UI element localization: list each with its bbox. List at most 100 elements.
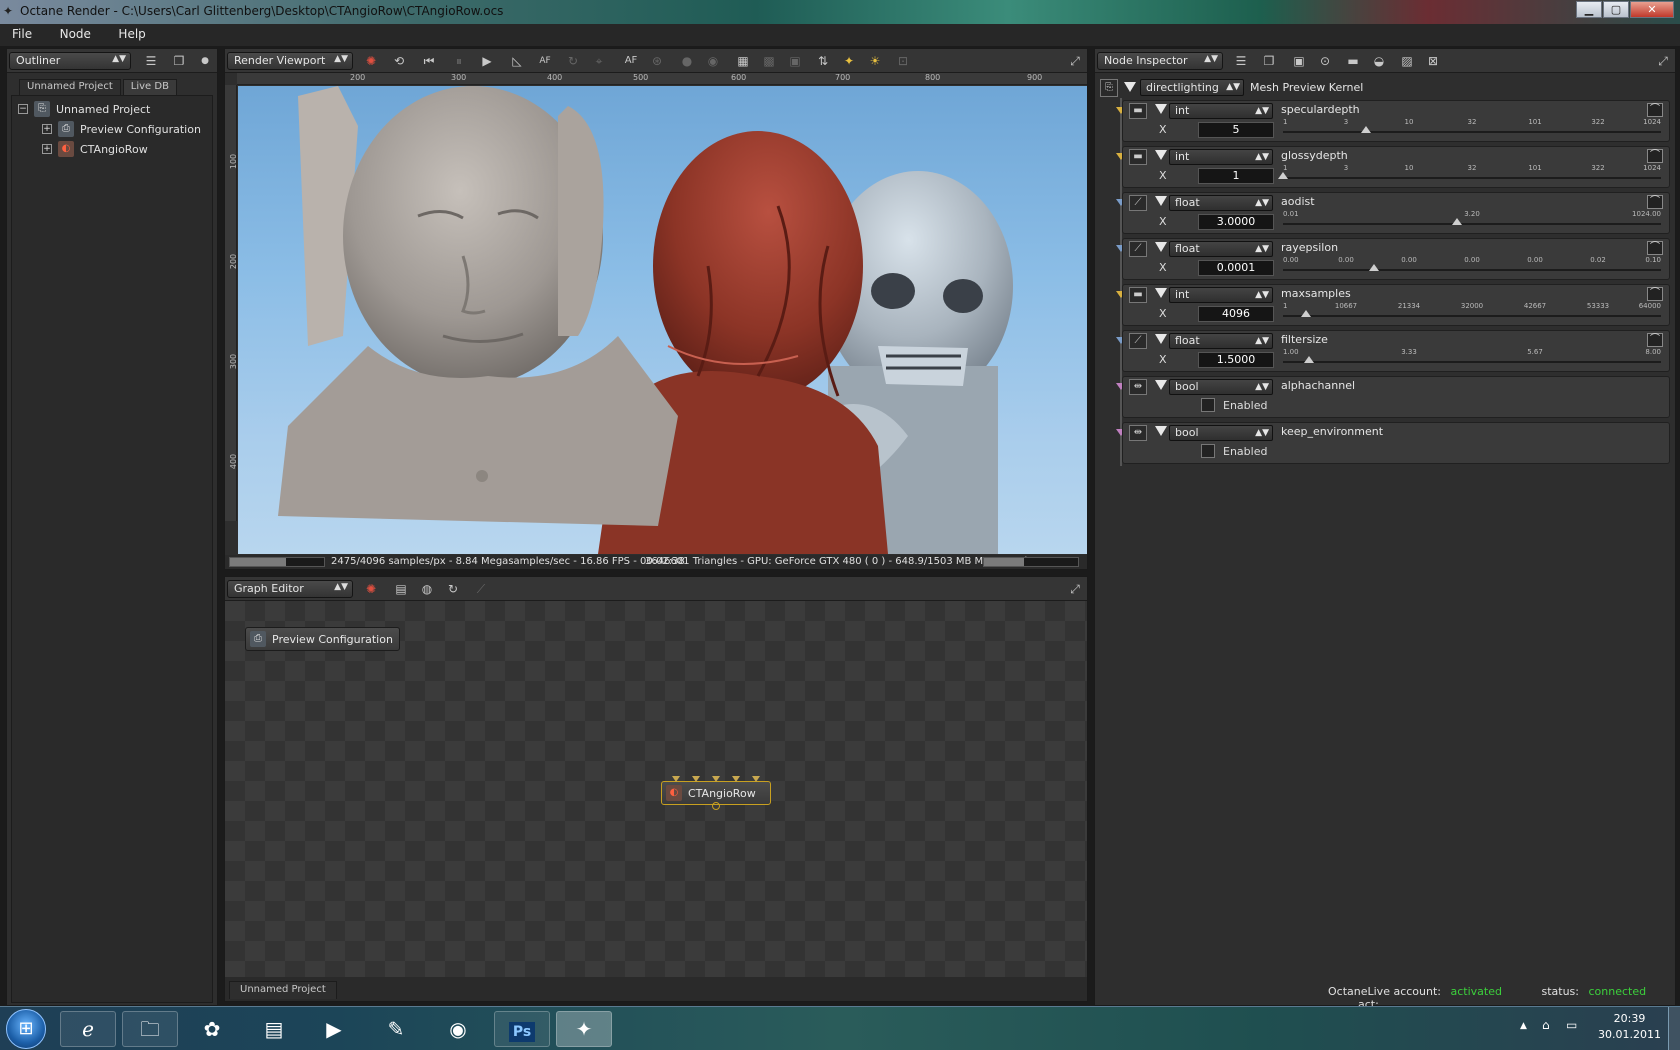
input-pin[interactable] xyxy=(692,776,700,782)
param-value-field[interactable]: 5 xyxy=(1198,122,1274,138)
curve-icon[interactable]: ⌒ xyxy=(1647,241,1663,255)
dot-icon[interactable]: ● xyxy=(197,53,213,69)
curve-icon[interactable]: ⌒ xyxy=(1647,287,1663,301)
focus-icon[interactable]: ⊛ xyxy=(649,53,665,69)
photoshop-icon[interactable]: Ps xyxy=(494,1011,550,1047)
maximize-inspector-icon[interactable]: ⤢ xyxy=(1655,53,1671,69)
outliner-combo[interactable]: Outliner ▲▼ xyxy=(9,52,131,70)
output-pin[interactable] xyxy=(712,802,720,810)
param-type-combo[interactable]: int ▲▼ xyxy=(1169,149,1273,165)
graph-editor-combo[interactable]: Graph Editor ▲▼ xyxy=(227,580,353,598)
film-icon[interactable]: ▬ xyxy=(1345,53,1361,69)
notepad-icon[interactable]: ▤ xyxy=(246,1011,302,1047)
param-type-combo[interactable]: int ▲▼ xyxy=(1169,287,1273,303)
param-type-combo[interactable]: int ▲▼ xyxy=(1169,103,1273,119)
maximize-graph-icon[interactable]: ⤢ xyxy=(1067,581,1083,597)
link-icon[interactable]: ⟋ xyxy=(473,581,489,597)
copy-icon[interactable]: ❐ xyxy=(1261,53,1277,69)
media-player-icon[interactable]: ▶ xyxy=(306,1011,362,1047)
octane-taskbar-icon[interactable]: ✦ xyxy=(556,1011,612,1047)
internet-explorer-icon[interactable]: ℯ xyxy=(60,1011,116,1047)
region-icon[interactable]: ▣ xyxy=(787,53,803,69)
menu-file[interactable]: File xyxy=(0,24,44,44)
render-image[interactable] xyxy=(238,86,1087,554)
picture-icon[interactable]: ▨ xyxy=(1399,53,1415,69)
node-ctangiorow[interactable]: ◐ CTAngioRow xyxy=(661,776,771,810)
sun-icon[interactable]: ☀ xyxy=(867,53,883,69)
param-type-icon[interactable]: ⟋ xyxy=(1129,195,1147,211)
maximize-button[interactable]: ▢ xyxy=(1603,1,1629,18)
autofocus-icon[interactable]: AF xyxy=(537,53,553,69)
picasa-icon[interactable]: ✿ xyxy=(184,1011,240,1047)
graph-canvas[interactable]: ⎙ Preview Configuration ◐ CTAngioRow xyxy=(225,601,1087,977)
param-slider[interactable] xyxy=(1283,356,1661,363)
collapse-triangle-icon[interactable] xyxy=(1155,288,1167,298)
slider-thumb[interactable] xyxy=(1361,126,1372,133)
pause-icon[interactable]: ⏸ xyxy=(451,53,467,69)
environment-icon[interactable]: ◒ xyxy=(1371,53,1387,69)
tab-live-db[interactable]: Live DB xyxy=(122,79,177,95)
param-type-icon[interactable]: ⟋ xyxy=(1129,241,1147,257)
tree-item-ctangiorow[interactable]: + ◐ CTAngioRow xyxy=(42,140,148,158)
play-icon[interactable]: ▶ xyxy=(479,53,495,69)
enabled-checkbox[interactable] xyxy=(1201,398,1215,412)
param-type-icon[interactable]: ⇹ xyxy=(1129,425,1147,441)
start-button[interactable]: ⊞ xyxy=(6,1009,46,1049)
camera-icon[interactable]: ⊙ xyxy=(1317,53,1333,69)
param-slider[interactable] xyxy=(1283,126,1661,133)
param-type-icon[interactable]: ⇹ xyxy=(1129,379,1147,395)
slider-thumb[interactable] xyxy=(1451,218,1462,225)
input-pin[interactable] xyxy=(732,776,740,782)
enabled-checkbox[interactable] xyxy=(1201,444,1215,458)
slider-thumb[interactable] xyxy=(1300,310,1311,317)
volume-icon[interactable]: ▭ xyxy=(1566,1018,1577,1032)
param-value-field[interactable]: 4096 xyxy=(1198,306,1274,322)
param-type-combo[interactable]: bool ▲▼ xyxy=(1169,425,1273,441)
collapse-triangle-icon[interactable] xyxy=(1124,82,1136,92)
imager-icon[interactable]: ⊠ xyxy=(1425,53,1441,69)
image-icon[interactable]: ▣ xyxy=(1291,53,1307,69)
maximize-viewport-icon[interactable]: ⤢ xyxy=(1067,53,1083,69)
menu-help[interactable]: Help xyxy=(106,24,157,44)
delete-node-icon[interactable]: ✺ xyxy=(363,581,379,597)
rotate-icon[interactable]: ↻ xyxy=(565,53,581,69)
collapse-icon[interactable]: ☰ xyxy=(143,53,159,69)
tab-unnamed-project[interactable]: Unnamed Project xyxy=(19,79,121,95)
param-type-combo[interactable]: float ▲▼ xyxy=(1169,241,1273,257)
tray-expand-icon[interactable]: ▲ xyxy=(1520,1021,1527,1031)
param-type-icon[interactable]: ⟋ xyxy=(1129,333,1147,349)
param-value-field[interactable]: 3.0000 xyxy=(1198,214,1274,230)
restart-icon[interactable]: ⏮ xyxy=(421,53,437,69)
file-explorer-icon[interactable]: 🗀 xyxy=(122,1011,178,1047)
minimize-button[interactable]: ▁ xyxy=(1576,1,1602,18)
network-icon[interactable]: ⌂ xyxy=(1542,1018,1550,1032)
param-slider[interactable] xyxy=(1283,218,1661,225)
grid-icon[interactable]: ▦ xyxy=(735,53,751,69)
pick-icon[interactable]: ⌖ xyxy=(591,53,607,69)
stop-render-icon[interactable]: ✺ xyxy=(363,53,379,69)
ruler-icon[interactable]: ◺ xyxy=(509,53,525,69)
curve-icon[interactable]: ⌒ xyxy=(1647,149,1663,163)
tab-unnamed-project-graph[interactable]: Unnamed Project xyxy=(229,981,337,999)
param-type-icon[interactable]: ▬ xyxy=(1129,103,1147,119)
kernel-node-icon[interactable]: ⎘ xyxy=(1100,79,1118,97)
curve-icon[interactable]: ⌒ xyxy=(1647,333,1663,347)
close-button[interactable]: ✕ xyxy=(1630,1,1674,18)
collapse-triangle-icon[interactable] xyxy=(1155,426,1167,436)
input-pin[interactable] xyxy=(672,776,680,782)
reset-icon[interactable]: ⟲ xyxy=(391,53,407,69)
input-pin[interactable] xyxy=(712,776,720,782)
checker-icon[interactable]: ▩ xyxy=(761,53,777,69)
lock-icon[interactable]: ⊡ xyxy=(895,53,911,69)
collapse-triangle-icon[interactable] xyxy=(1155,242,1167,252)
load-mesh-icon[interactable]: ◍ xyxy=(419,581,435,597)
af-icon[interactable]: AF xyxy=(623,53,639,69)
collapse-triangle-icon[interactable] xyxy=(1155,380,1167,390)
tree-item-preview-configuration[interactable]: + ⎙ Preview Configuration xyxy=(42,120,201,138)
collapse-triangle-icon[interactable] xyxy=(1155,334,1167,344)
collapse-triangle-icon[interactable] xyxy=(1155,104,1167,114)
show-desktop-button[interactable] xyxy=(1668,1007,1680,1050)
node-preview-configuration[interactable]: ⎙ Preview Configuration xyxy=(245,627,400,651)
reload-icon[interactable]: ↻ xyxy=(445,581,461,597)
param-slider[interactable] xyxy=(1278,172,1661,179)
